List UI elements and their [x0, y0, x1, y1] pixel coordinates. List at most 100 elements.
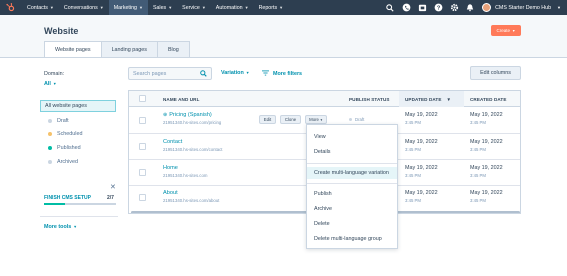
menu-item-delete[interactable]: Delete — [307, 218, 397, 230]
status-text: Draft — [355, 117, 365, 122]
setup-count: 2/7 — [107, 195, 114, 201]
page-name-link[interactable]: About — [163, 190, 178, 196]
chevron-down-icon: ▼ — [244, 5, 249, 10]
chevron-down-icon: ▼ — [512, 28, 516, 33]
sidebar-item-label: Archived — [57, 159, 78, 165]
page-url[interactable]: 21951340.hs-sites.com/contact — [163, 147, 222, 152]
avatar[interactable] — [482, 3, 492, 12]
nav-label: Automation — [215, 4, 243, 11]
chevron-down-icon: ▼ — [279, 5, 284, 10]
created-time: 3:45 PM — [470, 198, 487, 203]
svg-text:?: ? — [436, 6, 440, 12]
help-icon[interactable]: ? — [430, 0, 446, 15]
menu-item-view[interactable]: View — [307, 131, 397, 143]
chevron-down-icon: ▼ — [168, 5, 173, 10]
nav-label: Contacts — [27, 4, 48, 11]
select-all-checkbox[interactable] — [139, 95, 146, 102]
sidebar-item-draft[interactable]: Draft — [48, 118, 69, 124]
column-header-created[interactable]: CREATED DATE — [470, 91, 507, 107]
sidebar-item-published[interactable]: Published — [48, 145, 81, 151]
updated-time: 3:45 PM — [405, 173, 422, 178]
menu-item-create-multi-language-variation[interactable]: Create multi-language variation — [307, 167, 397, 179]
tab-blog[interactable]: Blog — [156, 41, 190, 57]
settings-gear-icon[interactable] — [446, 0, 462, 15]
page-url[interactable]: 21951340.hs-sites.com — [163, 173, 207, 178]
updated-date: May 19, 2022 — [405, 190, 438, 196]
nav-item-sales[interactable]: Sales ▼ — [148, 0, 177, 15]
menu-item-publish[interactable]: Publish — [307, 188, 397, 200]
edit-columns-button[interactable]: Edit columns — [470, 66, 521, 80]
sidebar-item-label: Draft — [57, 118, 69, 124]
variation-filter[interactable]: Variation ▼ — [221, 70, 250, 76]
tab-landing-pages[interactable]: Landing pages — [100, 41, 158, 57]
nav-item-automation[interactable]: Automation ▼ — [211, 0, 254, 15]
menu-item-details[interactable]: Details — [307, 146, 397, 158]
account-name[interactable]: CMS Starter Demo Hub — [495, 5, 551, 11]
sidebar-item-scheduled[interactable]: Scheduled — [48, 131, 82, 137]
filter-icon — [262, 70, 269, 78]
setup-progress-bar — [44, 203, 116, 205]
chevron-down-icon: ▼ — [73, 225, 78, 229]
column-header-status[interactable]: PUBLISH STATUS — [349, 91, 390, 107]
status-dot — [48, 132, 52, 136]
row-checkbox[interactable] — [139, 143, 146, 150]
created-date: May 19, 2022 — [470, 190, 503, 196]
create-button[interactable]: Create ▼ — [491, 25, 521, 36]
column-header-updated[interactable]: UPDATED DATE ▼ — [399, 91, 464, 107]
marketplace-icon[interactable] — [414, 0, 430, 15]
menu-item-delete-multi-language-group[interactable]: Delete multi-language group — [307, 233, 397, 245]
close-icon[interactable]: ✕ — [110, 183, 116, 191]
search-icon[interactable] — [382, 0, 398, 15]
nav-item-conversations[interactable]: Conversations ▼ — [59, 0, 109, 15]
more-tools-link[interactable]: More tools ▼ — [44, 224, 77, 230]
status-badge: Draft — [349, 117, 364, 122]
status-dot — [48, 160, 52, 164]
page-name-link[interactable]: ⊕ Pricing (Spanish) — [163, 112, 212, 118]
edit-button[interactable]: Edit — [259, 115, 276, 124]
sidebar-item-all-website-pages[interactable]: All website pages — [40, 100, 116, 112]
updated-time: 3:45 PM — [405, 198, 422, 203]
status-dot — [349, 118, 352, 121]
column-header-name[interactable]: NAME AND URL — [163, 91, 200, 107]
row-checkbox[interactable] — [139, 169, 146, 176]
page-url[interactable]: 21951340.hs-sites.com/pricing — [163, 120, 221, 125]
nav-label: Reports — [258, 4, 278, 11]
status-dot — [48, 119, 52, 123]
menu-item-archive[interactable]: Archive — [307, 203, 397, 215]
tab-website-pages[interactable]: Website pages — [44, 41, 102, 57]
page-name-link[interactable]: Home — [163, 165, 178, 171]
nav-item-marketing[interactable]: Marketing ▼ — [108, 0, 148, 15]
domain-value: All — [44, 81, 51, 87]
page-name-link[interactable]: Contact — [163, 139, 182, 145]
nav-item-contacts[interactable]: Contacts ▼ — [22, 0, 59, 15]
created-time: 3:45 PM — [470, 147, 487, 152]
chevron-down-icon: ▼ — [138, 5, 143, 10]
top-navigation-bar: Contacts ▼ Conversations ▼ Marketing ▼ Sale… — [0, 0, 567, 15]
nav-item-reports[interactable]: Reports ▼ — [254, 0, 289, 15]
globe-icon: ⊕ — [163, 112, 168, 118]
nav-item-service[interactable]: Service ▼ — [177, 0, 211, 15]
more-button[interactable]: More ▼ — [305, 115, 327, 124]
sidebar-item-label: Scheduled — [57, 131, 83, 137]
calling-icon[interactable] — [398, 0, 414, 15]
setup-label[interactable]: FINISH CMS SETUP — [44, 195, 91, 201]
hubspot-logo-icon[interactable] — [6, 3, 15, 12]
more-filters-button[interactable]: More filters — [262, 70, 302, 78]
notifications-bell-icon[interactable] — [462, 0, 478, 15]
page-url[interactable]: 21951340.hs-sites.com/about — [163, 198, 219, 203]
row-checkbox[interactable] — [139, 117, 146, 124]
row-checkbox[interactable] — [139, 194, 146, 201]
chevron-down-icon: ▼ — [245, 71, 250, 75]
tab-bar: Website pages Landing pages Blog — [44, 41, 190, 57]
chevron-down-icon: ▼ — [557, 5, 561, 10]
nav-label: Sales — [152, 4, 167, 11]
column-label: UPDATED DATE — [405, 96, 442, 102]
search-input[interactable]: Search pages — [128, 67, 212, 80]
variation-label: Variation — [221, 70, 244, 76]
domain-filter[interactable]: All ▼ — [44, 81, 57, 87]
created-date: May 19, 2022 — [470, 112, 503, 118]
page-name: Pricing (Spanish) — [169, 112, 212, 118]
clone-button[interactable]: Clone — [280, 115, 301, 124]
search-icon — [200, 70, 207, 79]
sidebar-item-archived[interactable]: Archived — [48, 159, 78, 165]
